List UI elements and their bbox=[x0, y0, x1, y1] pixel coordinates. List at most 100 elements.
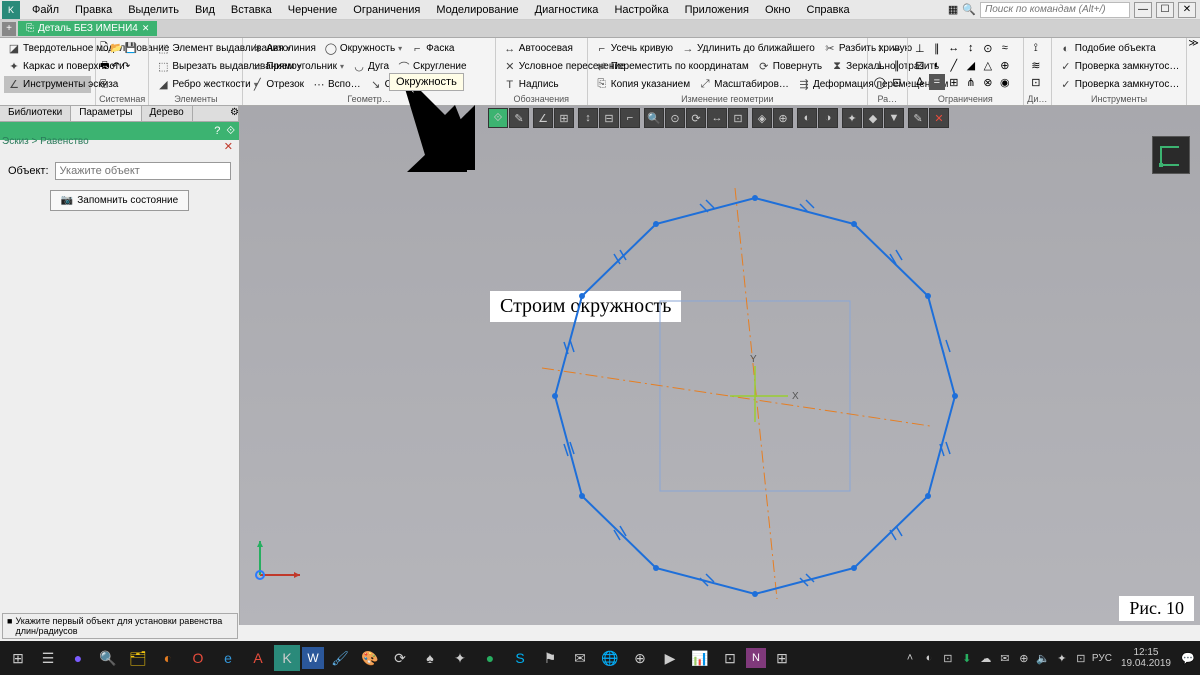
document-tab[interactable]: ⎘ Деталь БЕЗ ИМЕНИ4 ✕ bbox=[18, 21, 157, 36]
scale-button[interactable]: ⤢Масштабиров… bbox=[695, 77, 792, 93]
constr-icon[interactable]: △ bbox=[980, 57, 996, 73]
drawing-canvas[interactable]: ⟐ ✎ ∠ ⊞ ↕ ⊟ ⌐ 🔍 ⊙ ⟳ ↔ ⊡ ◈ ⊕ ◐ ◑ ✦ ◆ ▼ bbox=[240, 106, 1200, 625]
chamfer-button[interactable]: ⌐Фаска bbox=[407, 41, 457, 57]
constr-icon[interactable]: ↕ bbox=[963, 40, 979, 56]
tab-parameters[interactable]: Параметры bbox=[71, 106, 141, 121]
constr-icon[interactable]: ⊗ bbox=[980, 74, 996, 90]
tb-app[interactable]: ✦ bbox=[446, 644, 474, 672]
tab-libraries[interactable]: Библиотеки bbox=[0, 106, 71, 121]
tray-icon[interactable]: ⊕ bbox=[1016, 650, 1032, 666]
aux-button[interactable]: ⋯Вспо… bbox=[309, 77, 364, 93]
menu-file[interactable]: Файл bbox=[26, 2, 65, 18]
close-tab-icon[interactable]: ✕ bbox=[142, 23, 150, 34]
redo-icon[interactable]: ↷ bbox=[122, 61, 130, 72]
constr-icon[interactable]: ⊕ bbox=[997, 57, 1013, 73]
arc-button[interactable]: ◡Дуга bbox=[349, 59, 392, 75]
menu-window[interactable]: Окно bbox=[759, 2, 797, 18]
tb-app[interactable]: 🖌 bbox=[326, 644, 354, 672]
ra-icon-6[interactable]: ⊡ bbox=[889, 74, 905, 90]
tb-app[interactable]: 📊 bbox=[686, 644, 714, 672]
tray-icon[interactable]: ◐ bbox=[921, 650, 937, 666]
ra-icon-3[interactable]: ⊥ bbox=[872, 57, 888, 73]
tb-app[interactable]: ♠ bbox=[416, 644, 444, 672]
tb-app[interactable]: ● bbox=[64, 644, 92, 672]
menu-apps[interactable]: Приложения bbox=[679, 2, 755, 18]
tb-autocad[interactable]: A bbox=[244, 644, 272, 672]
autoline-button[interactable]: ↯Автолиния bbox=[247, 41, 319, 57]
constr-icon[interactable]: ↔ bbox=[946, 40, 962, 56]
tab-tree[interactable]: Дерево bbox=[142, 106, 193, 121]
tb-edge[interactable]: e bbox=[214, 644, 242, 672]
tb-app[interactable]: ⊞ bbox=[768, 644, 796, 672]
undo-icon[interactable]: ↶ bbox=[111, 61, 119, 72]
constr-icon[interactable]: ⊞ bbox=[946, 74, 962, 90]
panel-help-icon[interactable]: ? bbox=[214, 125, 220, 137]
tb-app[interactable]: ✉ bbox=[566, 644, 594, 672]
tray-up-icon[interactable]: ˄ bbox=[902, 650, 918, 666]
tray-notifications-icon[interactable]: 💬 bbox=[1180, 650, 1196, 666]
layout-icon[interactable]: ▦ bbox=[948, 3, 958, 16]
constr-icon[interactable]: ◐ bbox=[929, 57, 945, 73]
menu-view[interactable]: Вид bbox=[189, 2, 221, 18]
extend-button[interactable]: →Удлинить до ближайшего bbox=[678, 41, 818, 57]
tb-onenote[interactable]: N bbox=[746, 648, 766, 668]
menu-edit[interactable]: Правка bbox=[69, 2, 118, 18]
offset-obj-button[interactable]: ◐Подобие объекта bbox=[1056, 41, 1159, 57]
tray-icon[interactable]: ⊡ bbox=[940, 650, 956, 666]
tray-icon[interactable]: ⬇ bbox=[959, 650, 975, 666]
ra-icon-5[interactable]: ◯ bbox=[872, 74, 888, 90]
tray-clock[interactable]: 12:15 19.04.2019 bbox=[1115, 647, 1177, 669]
ra-icon-2[interactable]: ↔ bbox=[889, 40, 905, 56]
menu-draw[interactable]: Черчение bbox=[282, 2, 344, 18]
copy-icon[interactable]: ⎘ bbox=[100, 79, 108, 90]
constr-icon[interactable]: ⊡ bbox=[912, 57, 928, 73]
constr-icon[interactable]: ⋔ bbox=[963, 74, 979, 90]
maximize-button[interactable]: ☐ bbox=[1156, 2, 1174, 18]
tb-word[interactable]: W bbox=[302, 647, 324, 669]
rectangle-button[interactable]: ▭Прямоугольник▾ bbox=[247, 59, 347, 75]
command-search-input[interactable] bbox=[980, 2, 1130, 18]
auto-axis-button[interactable]: ↔Автоосевая bbox=[500, 41, 576, 57]
taskview-icon[interactable]: ☰ bbox=[34, 644, 62, 672]
add-tab-button[interactable]: + bbox=[2, 22, 16, 36]
tray-icon[interactable]: ✦ bbox=[1054, 650, 1070, 666]
tb-app[interactable]: ● bbox=[476, 644, 504, 672]
tray-volume-icon[interactable]: 🔈 bbox=[1035, 650, 1051, 666]
check-closed2-button[interactable]: ✓Проверка замкнутос… bbox=[1056, 77, 1183, 93]
constr-icon[interactable]: ⊙ bbox=[980, 40, 996, 56]
trim-curve-button[interactable]: ⌐Усечь кривую bbox=[592, 41, 676, 57]
tb-app[interactable]: 🔍 bbox=[94, 644, 122, 672]
ribbon-expand-icon[interactable]: ≫ bbox=[1187, 38, 1200, 105]
constr-icon[interactable]: ◉ bbox=[997, 74, 1013, 90]
ra-icon-4[interactable]: ∥ bbox=[889, 57, 905, 73]
tray-icon[interactable]: ✉ bbox=[997, 650, 1013, 666]
menu-constraints[interactable]: Ограничения bbox=[347, 2, 426, 18]
constr-icon[interactable]: ∥ bbox=[929, 40, 945, 56]
menu-modeling[interactable]: Моделирование bbox=[430, 2, 524, 18]
menu-select[interactable]: Выделить bbox=[122, 2, 185, 18]
ra-icon-1[interactable]: ↕ bbox=[872, 40, 888, 56]
save-icon[interactable]: 💾 bbox=[125, 43, 137, 54]
start-button[interactable]: ⊞ bbox=[4, 644, 32, 672]
panel-settings-icon[interactable]: ⚙ bbox=[222, 106, 239, 121]
tb-skype[interactable]: S bbox=[506, 644, 534, 672]
di-icon[interactable]: ⟟ bbox=[1028, 40, 1044, 56]
object-input[interactable] bbox=[55, 162, 231, 180]
constr-icon[interactable]: ∆ bbox=[912, 74, 928, 90]
copy-ref-button[interactable]: ⎘Копия указанием bbox=[592, 77, 693, 93]
menu-settings[interactable]: Настройка bbox=[608, 2, 674, 18]
constr-icon[interactable]: ◢ bbox=[963, 57, 979, 73]
tray-icon[interactable]: ☁ bbox=[978, 650, 994, 666]
di-icon[interactable]: ≋ bbox=[1028, 57, 1044, 73]
tb-app[interactable]: ⊡ bbox=[716, 644, 744, 672]
tb-app[interactable]: ▶ bbox=[656, 644, 684, 672]
constr-icon[interactable]: ≈ bbox=[997, 40, 1013, 56]
tray-icon[interactable]: ⊡ bbox=[1073, 650, 1089, 666]
menu-insert[interactable]: Вставка bbox=[225, 2, 278, 18]
close-button[interactable]: ✕ bbox=[1178, 2, 1196, 18]
menu-help[interactable]: Справка bbox=[801, 2, 856, 18]
tb-kompas[interactable]: K bbox=[274, 645, 300, 671]
segment-button[interactable]: ╱Отрезок bbox=[247, 77, 307, 93]
tb-app[interactable]: ⚑ bbox=[536, 644, 564, 672]
tb-explorer[interactable]: 🗂 bbox=[124, 644, 152, 672]
